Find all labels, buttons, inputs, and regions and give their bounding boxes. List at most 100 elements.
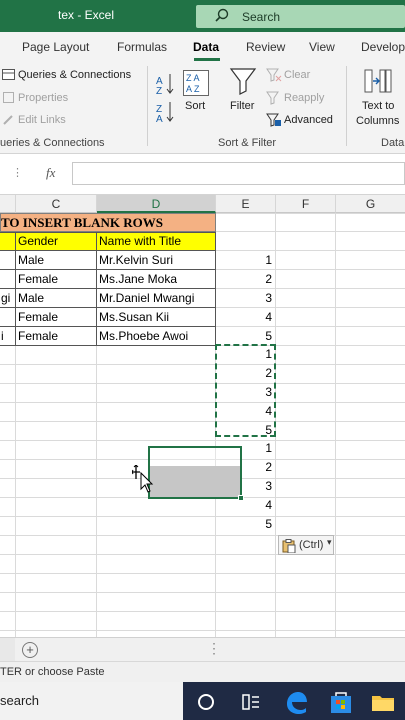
column-header-d[interactable]: D [97, 195, 216, 213]
column-header-f[interactable]: F [276, 195, 336, 213]
copied-number[interactable]: 5 [252, 421, 272, 440]
table-cell-gender[interactable]: Male [18, 251, 44, 270]
clear-button[interactable]: Clear [284, 69, 310, 81]
clear-filter-icon [266, 68, 282, 82]
table-cell-e[interactable]: 4 [252, 308, 272, 327]
taskbar-search[interactable]: search [0, 682, 183, 720]
sort-filter-group-label: Sort & Filter [218, 137, 277, 149]
text-to-columns-label-2[interactable]: Columns [356, 115, 399, 127]
properties-button[interactable]: Properties [18, 92, 68, 104]
pasted-number[interactable]: 2 [252, 458, 272, 477]
pasted-number[interactable]: 3 [252, 477, 272, 496]
sheet-scroll-divider[interactable]: ⋮ [207, 640, 221, 657]
tab-view[interactable]: View [309, 40, 335, 54]
reapply-button[interactable]: Reapply [284, 92, 324, 104]
pasted-number[interactable]: 4 [252, 496, 272, 515]
active-tab-indicator [194, 58, 220, 61]
selection-highlight [150, 466, 240, 497]
table-cell-gender[interactable]: Female [18, 270, 58, 289]
column-header-b[interactable] [0, 195, 16, 213]
excel-window: tex - Excel Search Page Layout Formulas … [0, 0, 405, 720]
formula-input[interactable] [72, 162, 405, 185]
advanced-filter-icon [266, 113, 281, 127]
svg-text:Z: Z [156, 86, 162, 97]
properties-icon [3, 92, 14, 103]
paste-options-label: (Ctrl) [299, 539, 324, 551]
tab-data[interactable]: Data [193, 40, 219, 54]
header-name-with-title[interactable]: Name with Title [99, 232, 181, 251]
column-header-e[interactable]: E [216, 195, 276, 213]
table-cell-b[interactable]: gi [1, 289, 10, 308]
table-cell-b[interactable]: i [1, 327, 4, 346]
column-header-c[interactable]: C [16, 195, 97, 213]
pasted-number[interactable]: 1 [252, 439, 272, 458]
sheet-tab[interactable] [0, 638, 15, 662]
table-cell-gender[interactable]: Female [18, 308, 58, 327]
copied-number[interactable]: 3 [252, 383, 272, 402]
queries-connections-button[interactable]: Queries & Connections [18, 69, 131, 81]
fill-handle[interactable] [238, 495, 244, 501]
queries-group-label: ueries & Connections [0, 137, 105, 149]
file-explorer-icon[interactable] [370, 689, 396, 715]
sheet-tabs-bar: + ⋮ [0, 637, 405, 662]
cancel-icon[interactable]: ⋮ [12, 166, 23, 179]
table-cell-name[interactable]: Ms.Jane Moka [99, 270, 177, 289]
table-cell-name[interactable]: Mr.Kelvin Suri [99, 251, 173, 270]
svg-text:Z A: Z A [186, 73, 200, 83]
status-text: TER or choose Paste [0, 666, 105, 678]
copied-number[interactable]: 2 [252, 364, 272, 383]
sort-az-icon[interactable]: A Z Z A [156, 70, 176, 122]
table-cell-gender[interactable]: Female [18, 327, 58, 346]
sort-dialog-icon: Z A A Z [183, 70, 209, 96]
edit-links-button[interactable]: Edit Links [18, 114, 66, 126]
gridline [0, 611, 405, 612]
advanced-button[interactable]: Advanced [284, 114, 333, 126]
heading-cell[interactable]: TO INSERT BLANK ROWS [0, 213, 216, 232]
task-view-icon[interactable] [238, 689, 264, 715]
edit-links-icon [3, 115, 13, 125]
sort-button[interactable]: Sort [185, 100, 205, 112]
gridline [0, 383, 405, 384]
tab-formulas[interactable]: Formulas [117, 40, 167, 54]
gridline [0, 554, 405, 555]
gridline [0, 345, 405, 346]
table-cell-gender[interactable]: Male [18, 289, 44, 308]
clipboard-icon [282, 539, 296, 553]
text-to-columns-label-1[interactable]: Text to [362, 100, 394, 112]
worksheet-grid[interactable]: TO INSERT BLANK ROWS Gender Name with Ti… [0, 213, 405, 637]
table-cell-name[interactable]: Mr.Daniel Mwangi [99, 289, 194, 308]
window-title: tex - Excel [58, 8, 115, 22]
copied-number[interactable]: 4 [252, 402, 272, 421]
search-box[interactable]: Search [196, 5, 405, 28]
search-placeholder: Search [242, 10, 281, 24]
gridline [0, 592, 405, 593]
gridline [0, 630, 405, 631]
tab-review[interactable]: Review [246, 40, 285, 54]
store-icon[interactable] [328, 689, 354, 715]
svg-text:A Z: A Z [186, 84, 200, 94]
paste-options-button[interactable]: (Ctrl) ▾ [278, 535, 334, 555]
gridline [0, 440, 405, 441]
cortana-icon[interactable] [193, 689, 219, 715]
pasted-number[interactable]: 5 [252, 515, 272, 534]
taskbar-search-text: search [0, 693, 40, 708]
heading-text: TO INSERT BLANK ROWS [1, 215, 163, 230]
edge-browser-icon[interactable] [283, 689, 309, 715]
add-sheet-button[interactable]: + [22, 642, 38, 658]
header-gender[interactable]: Gender [18, 232, 58, 251]
filter-button[interactable]: Filter [230, 100, 254, 112]
table-cell-name[interactable]: Ms.Phoebe Awoi [99, 327, 188, 346]
table-cell-e[interactable]: 1 [252, 251, 272, 270]
fx-icon[interactable]: fx [46, 165, 55, 181]
copied-number[interactable]: 1 [252, 345, 272, 364]
chevron-down-icon: ▾ [327, 537, 332, 547]
table-cell-e[interactable]: 2 [252, 270, 272, 289]
tab-developer[interactable]: Develop [361, 40, 405, 54]
gridline [0, 535, 405, 536]
tab-page-layout[interactable]: Page Layout [22, 40, 89, 54]
gridline [0, 421, 405, 422]
status-bar: TER or choose Paste [0, 661, 405, 682]
column-header-g[interactable]: G [336, 195, 405, 213]
table-cell-e[interactable]: 3 [252, 289, 272, 308]
table-cell-name[interactable]: Ms.Susan Kii [99, 308, 169, 327]
